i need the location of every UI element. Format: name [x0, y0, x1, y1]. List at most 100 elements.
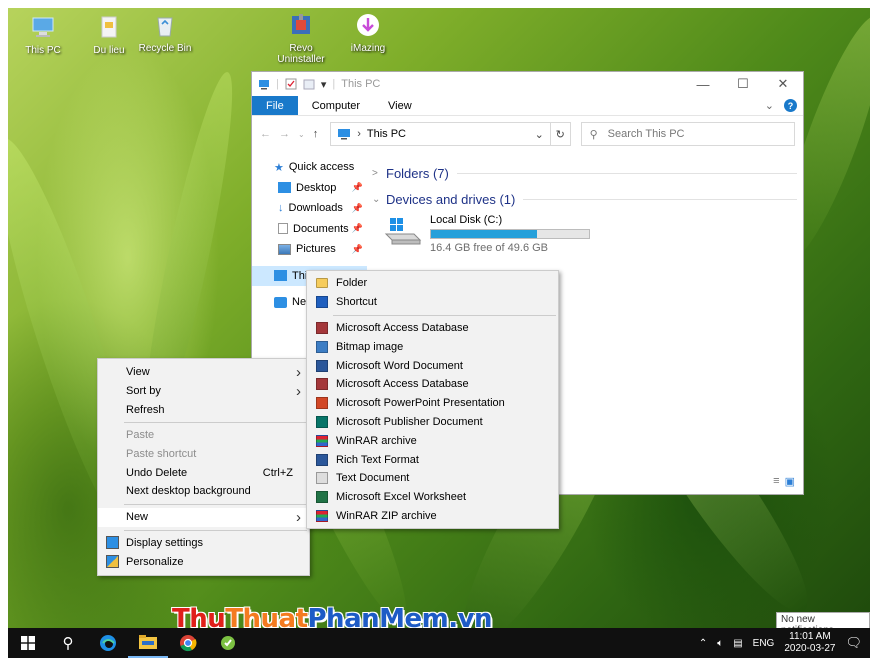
address-bar[interactable]: › This PC ⌄: [330, 122, 551, 146]
access-icon: [316, 378, 328, 391]
clock[interactable]: 11:01 AM 2020-03-27: [784, 631, 835, 655]
recent-locations-icon[interactable]: ⌄: [298, 130, 305, 139]
volume-icon[interactable]: 🔈︎: [717, 638, 723, 649]
nav-desktop[interactable]: Desktop 📌: [252, 178, 367, 199]
new-item-microsoft-access-database[interactable]: Microsoft Access Database: [307, 375, 558, 394]
expand-ribbon-icon[interactable]: ⌄: [765, 99, 774, 112]
new-item-microsoft-powerpoint-presentation[interactable]: Microsoft PowerPoint Presentation: [307, 394, 558, 413]
start-button[interactable]: [8, 628, 48, 658]
desktop-icon-revo-uninstaller[interactable]: Revo Uninstaller: [271, 12, 331, 65]
up-icon[interactable]: ↑: [313, 128, 319, 140]
taskbar-file-explorer[interactable]: [128, 628, 168, 658]
chrome-icon: [180, 635, 197, 652]
menu-item-display-settings[interactable]: Display settings: [98, 534, 309, 553]
word-icon: [316, 359, 328, 372]
menu-separator: [124, 422, 307, 424]
window-title: This PC: [341, 78, 381, 90]
search-button[interactable]: ⚲: [48, 628, 88, 658]
address-dropdown-icon[interactable]: ⌄: [535, 128, 544, 141]
menu-item-undo-delete[interactable]: Undo Delete Ctrl+Z: [98, 463, 309, 482]
help-icon[interactable]: ?: [784, 99, 797, 112]
drive-free-space: 16.4 GB free of 49.6 GB: [430, 242, 549, 254]
pin-icon: 📌: [351, 182, 363, 193]
details-view-icon[interactable]: ≡: [773, 475, 779, 488]
rtf-icon: [316, 453, 328, 466]
nav-quick-access[interactable]: ★ Quick access: [252, 157, 367, 178]
excel-icon: [316, 491, 328, 504]
back-icon[interactable]: ←: [260, 128, 271, 140]
minimize-button[interactable]: —: [683, 72, 723, 96]
content-pane[interactable]: > Folders (7) ⌄ Devices and drives (1) L…: [372, 160, 803, 254]
taskbar-chrome[interactable]: [168, 628, 208, 658]
menu-item-label: WinRAR archive: [336, 434, 417, 447]
new-item-winrar-zip-archive[interactable]: WinRAR ZIP archive: [307, 507, 558, 526]
title-bar[interactable]: | ▾ | This PC — ☐ ✕: [252, 72, 803, 96]
action-center-icon[interactable]: 🗨︎: [845, 635, 862, 651]
new-item-bitmap-image[interactable]: Bitmap image: [307, 337, 558, 356]
language-indicator[interactable]: ENG: [753, 638, 775, 649]
refresh-icon[interactable]: ↻: [549, 122, 571, 146]
new-item-rich-text-format[interactable]: Rich Text Format: [307, 450, 558, 469]
nav-pictures[interactable]: Pictures 📌: [252, 239, 367, 260]
customize-toolbar-icon[interactable]: ▾: [321, 78, 327, 91]
group-folders[interactable]: > Folders (7): [372, 160, 803, 186]
nav-downloads[interactable]: ↓ Downloads 📌: [252, 198, 367, 219]
download-icon: ↓: [278, 202, 284, 215]
desktop-icon-imazing[interactable]: iMazing: [338, 12, 398, 54]
new-item-microsoft-publisher-document[interactable]: Microsoft Publisher Document: [307, 413, 558, 432]
group-label: Devices and drives (1): [386, 191, 516, 207]
desktop-icon-recycle-bin[interactable]: Recycle Bin: [135, 12, 195, 54]
taskbar-edge[interactable]: [88, 628, 128, 658]
personalize-icon: [106, 555, 119, 569]
desktop-icon-this-pc[interactable]: This PC: [13, 14, 73, 56]
new-item-text-document[interactable]: Text Document: [307, 469, 558, 488]
nav-label: Pictures: [296, 243, 336, 256]
search-input[interactable]: ⚲ Search This PC: [580, 122, 795, 146]
nav-documents[interactable]: Documents 📌: [252, 219, 367, 240]
large-icons-view-icon[interactable]: ▣: [785, 475, 795, 488]
tab-computer[interactable]: Computer: [298, 96, 374, 115]
menu-item-new[interactable]: New ›: [98, 507, 309, 527]
show-hidden-icons-icon[interactable]: ⌃: [699, 638, 707, 649]
tab-view[interactable]: View: [374, 96, 426, 115]
menu-item-sort-by[interactable]: Sort by ›: [98, 382, 309, 401]
shortcut-label: Ctrl+Z: [262, 466, 293, 479]
new-item-shortcut[interactable]: Shortcut: [307, 293, 558, 312]
menu-item-next-desktop-background[interactable]: Next desktop background: [98, 482, 309, 501]
network-icon[interactable]: ▤: [733, 638, 742, 649]
new-item-microsoft-excel-worksheet[interactable]: Microsoft Excel Worksheet: [307, 488, 558, 507]
menu-item-refresh[interactable]: Refresh: [98, 400, 309, 419]
new-submenu: Folder Shortcut Microsoft Access Database B…: [306, 270, 559, 530]
menu-item-paste-shortcut[interactable]: Paste shortcut: [98, 445, 309, 464]
menu-item-label: Bitmap image: [336, 340, 404, 353]
new-item-microsoft-access-database[interactable]: Microsoft Access Database: [307, 319, 558, 338]
new-folder-icon[interactable]: [303, 78, 315, 90]
chevron-down-icon: ⌄: [372, 193, 381, 205]
group-devices[interactable]: ⌄ Devices and drives (1): [372, 186, 803, 212]
maximize-button[interactable]: ☐: [723, 72, 763, 96]
properties-icon[interactable]: [285, 78, 297, 90]
new-item-winrar-archive[interactable]: WinRAR archive: [307, 431, 558, 450]
forward-icon[interactable]: →: [279, 128, 290, 140]
taskbar-app[interactable]: [208, 628, 248, 658]
chevron-right-icon: >: [372, 167, 378, 179]
close-button[interactable]: ✕: [763, 72, 803, 96]
search-placeholder: Search This PC: [607, 128, 685, 140]
desktop-icon: [278, 182, 291, 194]
menu-item-label: Personalize: [126, 555, 184, 568]
new-item-microsoft-word-document[interactable]: Microsoft Word Document: [307, 356, 558, 375]
menu-item-label: Folder: [336, 277, 368, 290]
menu-item-label: WinRAR ZIP archive: [336, 509, 437, 522]
recycle-bin-icon: [157, 17, 173, 37]
menu-item-label: Undo Delete: [126, 466, 188, 479]
imazing-icon: [357, 14, 379, 36]
drive-local-disk[interactable]: Local Disk (C:) 16.4 GB free of 49.6 GB: [372, 214, 803, 254]
desktop-icon-du-lieu[interactable]: Du lieu: [79, 14, 139, 56]
desktop-icon-label: Du lieu: [93, 45, 125, 56]
tab-file[interactable]: File: [252, 96, 298, 115]
menu-item-personalize[interactable]: Personalize: [98, 552, 309, 571]
new-item-folder[interactable]: Folder: [307, 274, 558, 293]
menu-item-paste[interactable]: Paste: [98, 426, 309, 445]
menu-item-label: View: [126, 366, 150, 379]
menu-item-view[interactable]: View ›: [98, 363, 309, 382]
